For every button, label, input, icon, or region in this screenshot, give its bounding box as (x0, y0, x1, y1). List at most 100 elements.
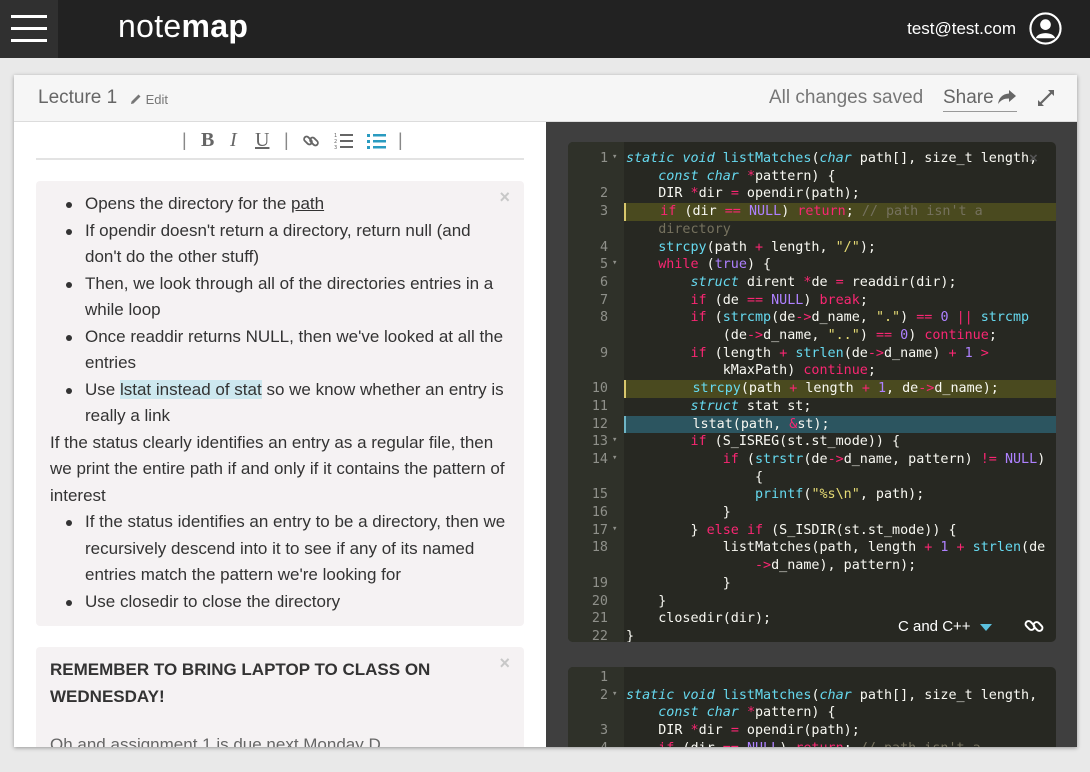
page-title: Lecture 1 (38, 87, 118, 108)
expand-icon[interactable] (1036, 88, 1056, 108)
text: Opens the directory for the (85, 194, 291, 213)
code-editor[interactable]: 1 ▾ 2 3 4 5 ▾ 6 7 8 9 10 11 12 13 ▾ 14 ▾ 15 16 17 ▾ 18 19 20 21 22… (568, 142, 1056, 642)
code-line[interactable]: kMaxPath) continue; (624, 362, 1056, 380)
code-line[interactable]: ->d_name), pattern); (624, 557, 1056, 575)
code-pane: 1 ▾ 2 3 4 5 ▾ 6 7 8 9 10 11 12 13 ▾ 14 ▾ 15 16 17 ▾ 18 19 20 21 22… (546, 122, 1077, 747)
line-number: 21 (591, 611, 608, 627)
line-number: 4 (599, 239, 608, 255)
logo-part-note: note (118, 8, 182, 44)
code-line[interactable]: } (624, 575, 1056, 593)
code-line[interactable]: (de->d_name, "..") == 0) continue; (624, 327, 1056, 345)
code-line[interactable]: struct stat st; (624, 398, 1056, 416)
close-icon[interactable]: × (499, 653, 510, 674)
note-text-partial: Oh and assignment 1 is due next Monday D… (50, 735, 395, 747)
user-circle-icon[interactable] (1029, 12, 1062, 45)
svg-text:3: 3 (334, 145, 337, 150)
bold-button[interactable]: B (201, 129, 214, 152)
list-item: If opendir doesn't return a directory, r… (50, 218, 510, 271)
line-number: 18 (591, 540, 608, 556)
code-line[interactable]: if (dir == NULL) return; // path isn't a (624, 740, 1056, 747)
code-line[interactable]: lstat(path, &st); (624, 415, 1056, 434)
fold-arrow-icon[interactable]: ▾ (612, 524, 617, 534)
code-line[interactable]: while (true) { (624, 256, 1056, 274)
code-line[interactable]: struct dirent *de = readdir(dir); (624, 274, 1056, 292)
share-arrow-icon (997, 90, 1016, 104)
code-line[interactable]: static void listMatches(char path[], siz… (624, 687, 1056, 705)
logo-part-map: map (181, 8, 249, 44)
italic-button[interactable]: I (230, 129, 237, 152)
text: Use (85, 379, 120, 399)
language-select[interactable]: C and C++ (898, 618, 971, 635)
code-line[interactable]: } (624, 593, 1056, 611)
code-line[interactable]: { (624, 469, 1056, 487)
code-line[interactable]: if (strcmp(de->d_name, ".") == 0 || strc… (624, 309, 1056, 327)
code-line[interactable]: } (624, 504, 1056, 522)
pencil-icon (131, 94, 141, 104)
note-text[interactable]: REMEMBER TO BRING LAPTOP TO CLASS ON WED… (50, 657, 490, 710)
code-line[interactable]: strcpy(path + length + 1, de->d_name); (624, 380, 1056, 398)
code-line[interactable]: directory (624, 221, 1056, 239)
line-number: 5 (599, 257, 608, 273)
bullet-list-icon[interactable] (367, 132, 387, 150)
edit-label: Edit (145, 92, 169, 107)
line-number: 11 (591, 398, 608, 414)
code-line[interactable]: listMatches(path, length + 1 + strlen(de (624, 539, 1056, 557)
line-number: 8 (599, 310, 608, 326)
card-header: Lecture 1 Edit All changes saved Share (14, 75, 1077, 122)
code-line[interactable]: if (dir == NULL) return; // path isn't a (624, 203, 1056, 221)
note-block[interactable]: × REMEMBER TO BRING LAPTOP TO CLASS ON W… (36, 647, 524, 747)
code-line[interactable]: static void listMatches(char path[], siz… (624, 150, 1056, 168)
line-number-gutter: 1 2 ▾ 34 (568, 667, 624, 747)
line-number: 9 (599, 345, 608, 361)
notebook-card: Lecture 1 Edit All changes saved Share |… (14, 75, 1077, 747)
chevron-down-icon[interactable] (980, 624, 992, 631)
code-line[interactable]: if (de == NULL) break; (624, 292, 1056, 310)
ordered-list-icon[interactable]: 123 (334, 132, 354, 150)
paragraph: If the status clearly identifies an entr… (50, 432, 505, 505)
code-line[interactable]: printf("%s\n", path); (624, 486, 1056, 504)
code-line[interactable]: if (length + strlen(de->d_name) + 1 > (624, 345, 1056, 363)
edit-title-button[interactable]: Edit (130, 92, 168, 107)
link-icon[interactable] (302, 132, 320, 150)
code-editor[interactable]: 1 2 ▾ 34 static void listMatches(char path[… (568, 667, 1056, 747)
fold-arrow-icon[interactable]: ▾ (612, 435, 617, 445)
code-line[interactable]: DIR *dir = opendir(path); (624, 185, 1056, 203)
line-number: 13 (591, 434, 608, 450)
list-item: Use closedir to close the directory (50, 589, 510, 616)
format-toolbar: | B I U | 123 | (36, 122, 524, 160)
note-text[interactable]: Opens the directory for the path If open… (50, 191, 510, 615)
close-icon[interactable]: × (1029, 150, 1038, 167)
app-logo[interactable]: notemap (118, 8, 248, 45)
line-number: 10 (591, 381, 608, 397)
fold-arrow-icon[interactable]: ▾ (612, 152, 617, 162)
code-line[interactable]: const char *pattern) { (624, 168, 1056, 186)
code-line[interactable]: const char *pattern) { (624, 704, 1056, 722)
line-number: 22 (591, 628, 608, 642)
line-number: 1 (599, 151, 608, 166)
fold-arrow-icon[interactable]: ▾ (612, 258, 617, 268)
line-number: 20 (591, 593, 608, 609)
underline-button[interactable]: U (255, 129, 269, 152)
toolbar-separator: | (182, 130, 187, 150)
fold-arrow-icon[interactable]: ▾ (612, 453, 617, 463)
toolbar-separator: | (284, 130, 289, 150)
line-number: 19 (591, 575, 608, 591)
user-email[interactable]: test@test.com (907, 19, 1016, 39)
share-button[interactable]: Share (943, 87, 1017, 112)
note-block[interactable]: × Opens the directory for the path If op… (36, 181, 524, 626)
underlined-text: path (291, 194, 325, 213)
link-icon[interactable] (1024, 616, 1044, 636)
code-line[interactable]: } else if (S_ISDIR(st.st_mode)) { (624, 522, 1056, 540)
hamburger-icon[interactable] (0, 0, 58, 58)
line-number: 3 (599, 723, 608, 739)
code-line[interactable]: DIR *dir = opendir(path); (624, 722, 1056, 740)
code-line[interactable] (624, 669, 1056, 687)
code-line[interactable]: strcpy(path + length, "/"); (624, 239, 1056, 257)
line-number: 14 (591, 451, 608, 467)
code-line[interactable]: if (S_ISREG(st.st_mode)) { (624, 433, 1056, 451)
code-line[interactable]: if (strstr(de->d_name, pattern) != NULL) (624, 451, 1056, 469)
list-item: Once readdir returns NULL, then we've lo… (50, 324, 510, 377)
line-number: 7 (599, 292, 608, 308)
line-number: 3 (599, 204, 608, 220)
fold-arrow-icon[interactable]: ▾ (612, 689, 617, 699)
